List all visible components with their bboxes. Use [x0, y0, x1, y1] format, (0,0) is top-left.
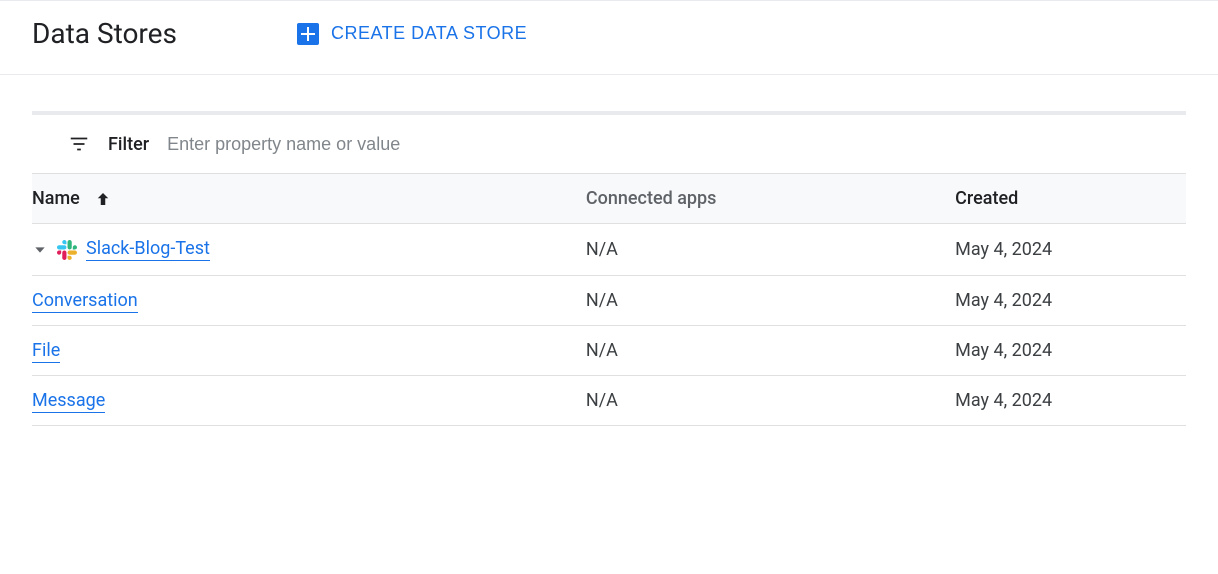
column-header-name[interactable]: Name: [32, 174, 586, 224]
cell-created: May 4, 2024: [955, 326, 1186, 376]
sort-ascending-icon: [94, 190, 112, 208]
cell-connected-apps: N/A: [586, 376, 955, 426]
data-store-link[interactable]: Slack-Blog-Test: [86, 238, 210, 261]
cell-created: May 4, 2024: [955, 376, 1186, 426]
data-stores-table: Name Connected apps Created: [32, 173, 1186, 426]
collapse-icon[interactable]: [32, 242, 48, 258]
filter-label: Filter: [108, 134, 149, 155]
cell-connected-apps: N/A: [586, 326, 955, 376]
table-row: Message N/A May 4, 2024: [32, 376, 1186, 426]
table-row: File N/A May 4, 2024: [32, 326, 1186, 376]
data-store-link[interactable]: Message: [32, 390, 105, 413]
page-header: Data Stores CREATE DATA STORE: [0, 0, 1218, 75]
cell-connected-apps: N/A: [586, 224, 955, 276]
column-header-created[interactable]: Created: [955, 174, 1186, 224]
table-row: Slack-Blog-Test N/A May 4, 2024: [32, 224, 1186, 276]
column-header-connected-apps[interactable]: Connected apps: [586, 174, 955, 224]
page-title: Data Stores: [32, 17, 177, 50]
data-store-link[interactable]: File: [32, 340, 60, 363]
cell-created: May 4, 2024: [955, 224, 1186, 276]
content-area: Filter Name Connected apps Created: [0, 75, 1218, 426]
data-store-link[interactable]: Conversation: [32, 290, 138, 313]
filter-input[interactable]: [167, 134, 567, 155]
create-button-label: CREATE DATA STORE: [331, 23, 527, 44]
cell-connected-apps: N/A: [586, 276, 955, 326]
filter-bar: Filter: [32, 115, 1186, 173]
table-row: Conversation N/A May 4, 2024: [32, 276, 1186, 326]
plus-icon: [297, 23, 319, 45]
cell-created: May 4, 2024: [955, 276, 1186, 326]
slack-icon: [56, 239, 78, 261]
filter-icon: [68, 133, 90, 155]
create-data-store-button[interactable]: CREATE DATA STORE: [297, 23, 527, 45]
